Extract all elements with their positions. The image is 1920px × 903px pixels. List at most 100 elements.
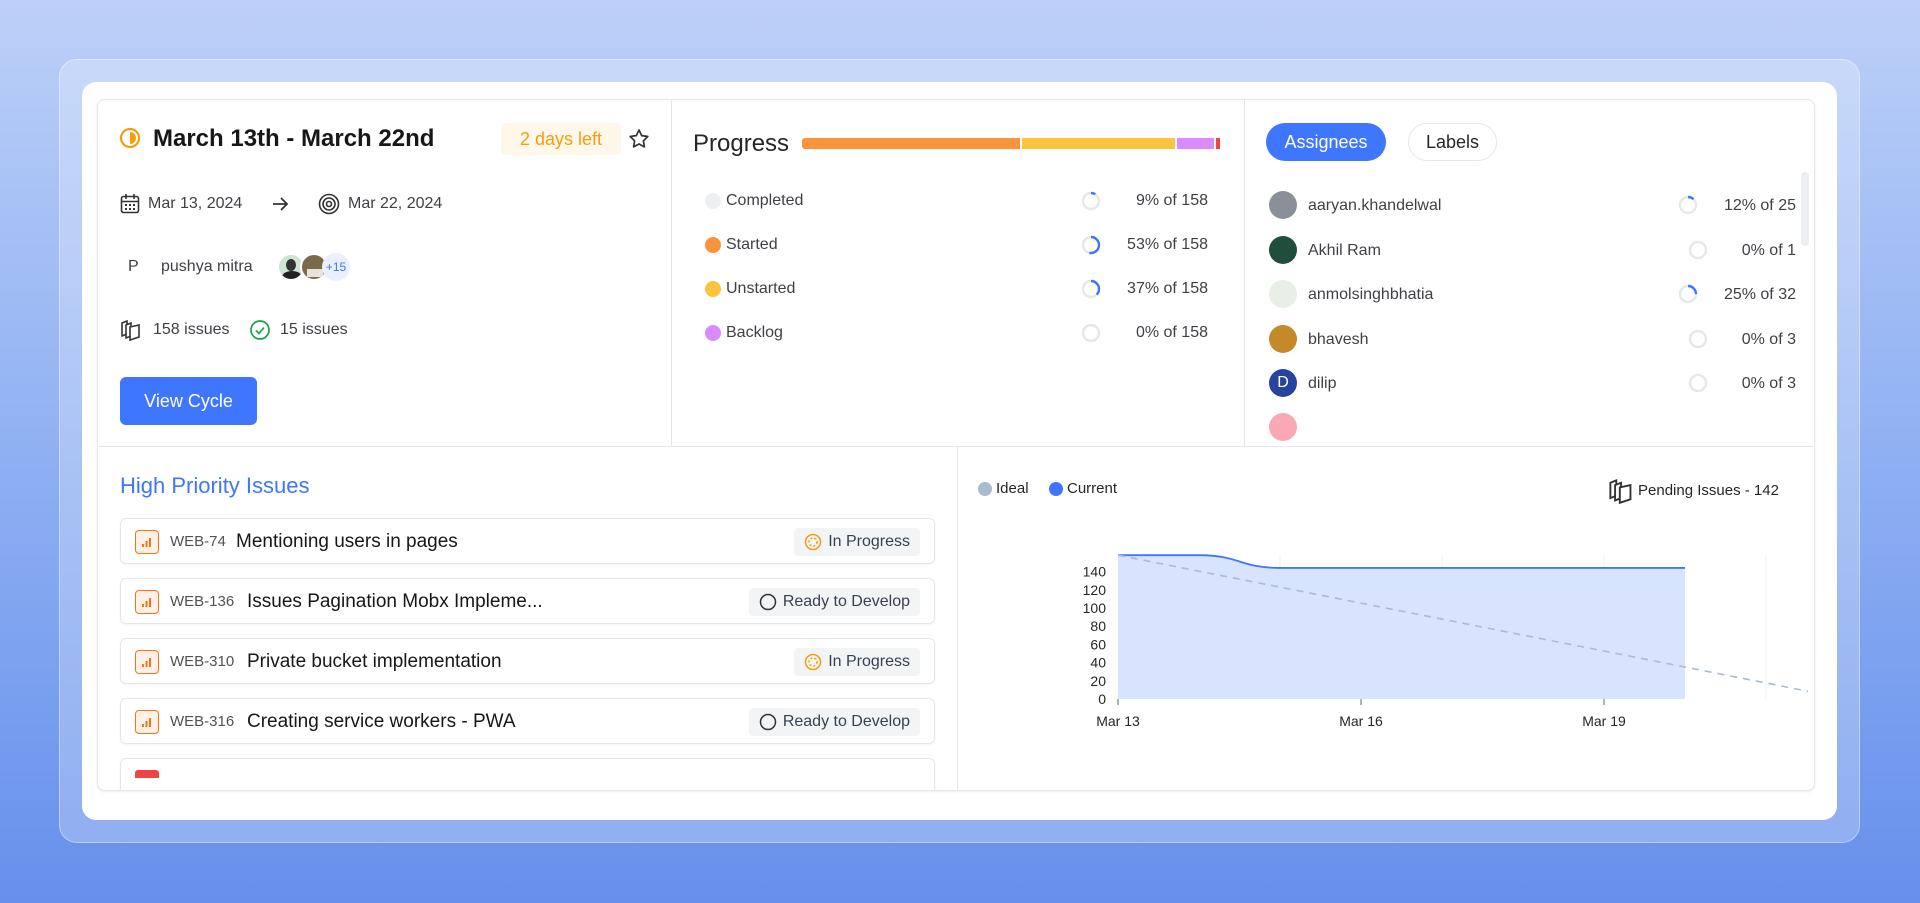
members-more-badge[interactable]: +15 (322, 253, 350, 281)
progress-ring-icon (1678, 284, 1698, 304)
x-tick-label: Mar 13 (1096, 713, 1140, 729)
progress-title: Progress (693, 130, 790, 157)
in-progress-icon (804, 533, 822, 551)
status-label: In Progress (828, 533, 910, 550)
status-label: In Progress (828, 653, 910, 670)
avatar (1269, 235, 1297, 264)
avatar (1269, 191, 1297, 219)
progress-segment-cancelled (1215, 138, 1220, 149)
progress-row[interactable]: Completed 9% of 158 (693, 189, 1233, 213)
legend-ideal: Ideal (996, 480, 1029, 497)
state-dot (705, 237, 721, 253)
progress-row[interactable]: Backlog 0% of 158 (693, 321, 1233, 345)
assignee-row[interactable]: Akhil Ram 0% of 1 (1266, 235, 1796, 265)
avatar (1269, 280, 1297, 308)
priority-high-icon (135, 650, 159, 674)
target-icon (318, 193, 340, 215)
issues-stack-icon (121, 319, 140, 341)
scrollbar[interactable] (1801, 172, 1809, 246)
assignee-row[interactable]: Ddilip 0% of 3 (1266, 368, 1796, 398)
progress-ring-icon (1081, 323, 1101, 343)
issue-title: Issues Pagination Mobx Impleme... (247, 591, 543, 612)
assignee-value: 25% of 32 (1723, 286, 1796, 303)
y-tick-label: 140 (1083, 564, 1107, 580)
issue-row[interactable]: WEB-310 Private bucket implementation In P… (120, 638, 935, 684)
issue-row-partial[interactable] (120, 758, 935, 790)
current-area (1118, 555, 1685, 699)
view-cycle-button[interactable]: View Cycle (120, 377, 257, 425)
progress-row[interactable]: Unstarted 37% of 158 (693, 277, 1233, 301)
state-value: 9% of 158 (1135, 192, 1208, 209)
issue-status[interactable]: Ready to Develop (748, 588, 920, 616)
x-tick-label: Mar 19 (1582, 713, 1626, 729)
state-label: Started (726, 236, 778, 253)
circle-icon (759, 593, 777, 611)
issue-title: Mentioning users in pages (236, 531, 458, 552)
progress-segment-started (802, 138, 1021, 149)
x-tick-label: Mar 16 (1339, 713, 1383, 729)
assignee-name: dilip (1308, 375, 1337, 392)
check-circle-icon (250, 320, 270, 340)
issue-id: WEB-316 (170, 713, 235, 730)
progress-segment-backlog (1176, 138, 1214, 149)
progress-ring-icon (1081, 235, 1101, 255)
legend-dot-ideal (978, 482, 992, 496)
issue-title: Creating service workers - PWA (247, 711, 516, 732)
total-issues: 158 issues (153, 321, 230, 338)
legend-current: Current (1067, 480, 1118, 497)
progress-ring-icon (1688, 329, 1708, 348)
issue-id: WEB-310 (170, 653, 235, 670)
assignee-value: 0% of 1 (1741, 241, 1796, 259)
issue-row[interactable]: WEB-136 Issues Pagination Mobx Impleme...… (120, 578, 935, 624)
assignee-row[interactable]: aaryan.khandelwal 12% of 25 (1266, 190, 1796, 220)
issue-id: WEB-136 (170, 593, 235, 610)
state-dot (705, 193, 721, 209)
progress-ring-icon (1688, 240, 1708, 259)
y-tick-label: 80 (1090, 618, 1106, 634)
progress-row[interactable]: Started 53% of 158 (693, 233, 1233, 257)
issue-id: WEB-74 (170, 533, 226, 550)
assignee-name: bhavesh (1308, 330, 1369, 348)
issue-row[interactable]: WEB-316 Creating service workers - PWA Rea… (120, 698, 935, 744)
burndown-chart: 020406080100120140Mar 13Mar 16Mar 19Mar … (1083, 554, 1808, 729)
state-dot (705, 325, 721, 341)
state-value: 53% of 158 (1127, 236, 1208, 253)
progress-ring-icon (1688, 373, 1708, 393)
tab-labels[interactable]: Labels (1408, 123, 1497, 161)
start-date[interactable]: Mar 13, 2024 (148, 196, 242, 212)
assignee-name: anmolsinghbhatia (1308, 286, 1434, 303)
star-icon[interactable] (627, 127, 651, 151)
divider (671, 100, 672, 446)
state-label: Completed (726, 192, 804, 209)
progress-ring-icon (1081, 279, 1101, 299)
issue-title: Private bucket implementation (247, 651, 502, 672)
cycle-status-icon (119, 127, 141, 149)
status-label: Ready to Develop (782, 593, 910, 610)
owner-name: pushya mitra (161, 258, 253, 275)
legend-dot-current (1049, 482, 1063, 496)
issue-row[interactable]: WEB-74 Mentioning users in pages In Progre… (120, 518, 935, 564)
issue-status[interactable]: In Progress (794, 648, 920, 676)
pending-issues-label: Pending Issues - 142 (1638, 482, 1779, 499)
assignee-row[interactable]: anmolsinghbhatia 25% of 32 (1266, 279, 1796, 309)
assignee-row[interactable]: bhavesh 0% of 3 (1266, 324, 1796, 354)
issue-status[interactable]: In Progress (794, 528, 920, 556)
progress-ring-icon (1081, 191, 1101, 211)
avatar (1269, 324, 1297, 353)
circle-icon (759, 713, 777, 731)
end-date[interactable]: Mar 22, 2024 (348, 196, 442, 212)
tab-assignees[interactable]: Assignees (1266, 123, 1386, 161)
assignee-value: 0% of 3 (1741, 375, 1796, 392)
progress-ring-icon (1678, 195, 1698, 215)
y-tick-label: 100 (1083, 600, 1107, 616)
assignee-value: 12% of 25 (1723, 197, 1796, 214)
avatar: D (1269, 369, 1297, 397)
calendar-icon (120, 194, 140, 214)
issue-status[interactable]: Ready to Develop (748, 708, 920, 736)
assignee-list: aaryan.khandelwal 12% of 25 Akhil Ram 0% of… (1266, 175, 1806, 445)
state-value: 37% of 158 (1127, 280, 1208, 297)
priority-high-icon (135, 530, 159, 554)
progress-segment-unstarted (1022, 138, 1175, 149)
pending-issues-icon (1609, 478, 1632, 504)
y-tick-label: 60 (1090, 636, 1106, 652)
